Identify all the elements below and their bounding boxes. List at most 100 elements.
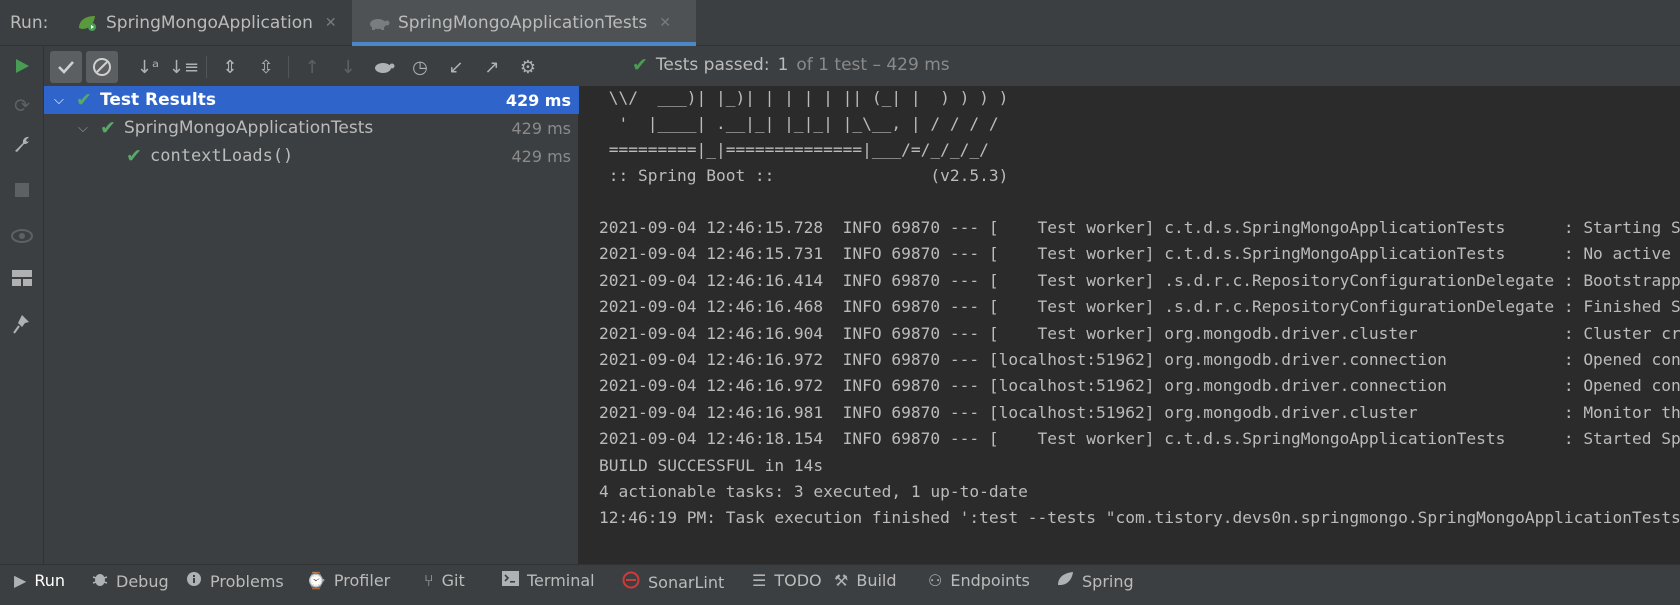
tool-profiler-button[interactable]: ⌚ Profiler [306,571,390,590]
eye-icon[interactable] [10,224,34,248]
tool-debug-button[interactable]: Debug [92,571,169,591]
show-ignored-icon[interactable] [86,51,118,83]
tool-build-button[interactable]: ⚒ Build [834,571,897,590]
tab-spring-mongo-application[interactable]: SpringMongoApplication ✕ [76,0,337,46]
test-status: ✔ Tests passed: 1 of 1 test – 429 ms [632,54,950,76]
tool-label: Git [441,571,465,590]
tree-row-time: 429 ms [511,146,571,166]
tree-row-test-class[interactable]: ⌵ ✔ SpringMongoApplicationTests 429 ms [44,114,579,142]
status-count: 1 [777,55,789,75]
tool-terminal-button[interactable]: Terminal [502,571,595,590]
close-icon[interactable]: ✕ [325,15,337,31]
console-line: =========|_|==============|___/=/_/_/_/ [599,140,989,159]
left-tool-strip: ⟳ [0,46,44,564]
tool-spring-button[interactable]: Spring [1056,571,1134,591]
tree-row-time: 429 ms [505,90,571,110]
tool-label: Spring [1082,571,1134,591]
collapse-all-icon[interactable]: ⇳ [250,51,282,83]
endpoints-icon: ⚇ [928,571,943,590]
status-rest: of 1 test – 429 ms [796,55,950,75]
console-line: BUILD SUCCESSFUL in 14s [599,456,824,475]
rerun-failed-icon[interactable] [368,51,400,83]
console-line: 2021-09-04 12:46:16.972 INFO 69870 --- [… [599,376,1680,395]
console-line: :: Spring Boot :: (v2.5.3) [599,166,1009,185]
passed-check-icon: ✔ [76,89,92,111]
test-runner-toolbar: ↓ᵃ ↓≡ ⇕ ⇳ ↑ ↓ ◷ ↙ ↗ ⚙ ✔ Tests passed: 1 … [44,46,1680,86]
spring-leaf-icon [1056,571,1074,591]
spring-run-icon [76,14,98,32]
tab-spring-mongo-application-tests[interactable]: SpringMongoApplicationTests ✕ [352,0,696,46]
chevron-down-icon[interactable]: ⌵ [78,121,88,136]
console-output[interactable]: \\/ ___)| |_)| | | | | || (_| | ) ) ) ) … [580,86,1680,564]
tree-row-label: contextLoads() [150,146,294,166]
debug-rerun-icon[interactable]: ⟳ [10,94,34,118]
tool-label: Profiler [333,571,391,590]
console-line: 2021-09-04 12:46:16.981 INFO 69870 --- [… [599,403,1680,422]
tree-row-label: SpringMongoApplicationTests [124,118,374,138]
layout-icon[interactable] [10,266,34,290]
settings-icon[interactable]: ⚙ [512,51,544,83]
status-prefix: Tests passed: [655,55,770,75]
test-turtle-icon [368,14,390,32]
tool-run-button[interactable]: ▶ Run [14,571,65,590]
toolbar-separator [206,56,207,78]
console-line: 12:46:19 PM: Task execution finished ':t… [599,508,1680,527]
console-line: 2021-09-04 12:46:15.731 INFO 69870 --- [… [599,244,1680,263]
passed-check-icon: ✔ [100,117,116,139]
export-tests-icon[interactable]: ↗ [476,51,508,83]
sort-duration-icon[interactable]: ↓≡ [168,51,200,83]
info-icon [186,571,202,591]
git-branch-icon: ⑂ [424,571,434,590]
sonarlint-icon [622,571,640,593]
tree-row-test-method[interactable]: ✔ contextLoads() 429 ms [44,142,579,170]
next-failed-icon[interactable]: ↓ [332,51,364,83]
tool-label: SonarLint [648,572,725,592]
chevron-down-icon[interactable]: ⌵ [54,93,64,108]
prev-failed-icon[interactable]: ↑ [296,51,328,83]
tool-label: Endpoints [950,571,1030,590]
rerun-icon[interactable] [10,54,34,78]
tool-todo-button[interactable]: ☰ TODO [752,571,822,590]
close-icon[interactable]: ✕ [659,15,671,31]
tool-problems-button[interactable]: Problems [186,571,284,591]
tool-git-button[interactable]: ⑂ Git [424,571,465,590]
run-icon: ▶ [14,571,27,590]
run-tool-window-header: Run: SpringMongoApplication ✕ SpringMong… [0,0,1680,46]
tool-endpoints-button[interactable]: ⚇ Endpoints [928,571,1030,590]
show-passed-icon[interactable] [50,51,82,83]
toolbar-separator [288,56,289,78]
tab-label: SpringMongoApplicationTests [398,13,648,33]
expand-all-icon[interactable]: ⇕ [214,51,246,83]
tool-label: TODO [774,571,822,590]
terminal-icon [502,571,519,590]
run-title: Run: [10,13,49,33]
tree-row-label: Test Results [100,90,216,110]
tab-label: SpringMongoApplication [106,13,313,33]
tool-label: Debug [116,571,169,591]
pin-icon[interactable] [10,312,34,336]
tool-label: Terminal [527,571,595,590]
console-line: 2021-09-04 12:46:16.468 INFO 69870 --- [… [599,297,1680,316]
sort-alpha-icon[interactable]: ↓ᵃ [132,51,164,83]
console-line: 4 actionable tasks: 3 executed, 1 up-to-… [599,482,1028,501]
passed-check-icon: ✔ [126,145,142,167]
passed-check-icon: ✔ [632,54,648,76]
console-line: 2021-09-04 12:46:16.904 INFO 69870 --- [… [599,324,1680,343]
console-line: 2021-09-04 12:46:15.728 INFO 69870 --- [… [599,218,1680,237]
import-tests-icon[interactable]: ↙ [440,51,472,83]
test-history-icon[interactable]: ◷ [404,51,436,83]
tool-sonarlint-button[interactable]: SonarLint [622,571,724,593]
wrench-icon[interactable] [10,132,34,156]
console-line: ' |____| .__|_| |_|_| |_\__, | / / / / [599,114,999,133]
console-line: 2021-09-04 12:46:16.414 INFO 69870 --- [… [599,271,1680,290]
console-line: 2021-09-04 12:46:18.154 INFO 69870 --- [… [599,429,1680,448]
profiler-icon: ⌚ [306,571,326,590]
stop-icon[interactable] [10,178,34,202]
tool-label: Problems [210,571,284,591]
tool-label: Build [856,571,897,590]
test-results-tree: ⌵ ✔ Test Results 429 ms ⌵ ✔ SpringMongoA… [44,86,579,564]
console-line: \\/ ___)| |_)| | | | | || (_| | ) ) ) ) [599,88,1009,107]
tool-label: Run [34,571,65,590]
tree-row-test-results[interactable]: ⌵ ✔ Test Results 429 ms [44,86,579,114]
status-bar [0,596,1680,605]
